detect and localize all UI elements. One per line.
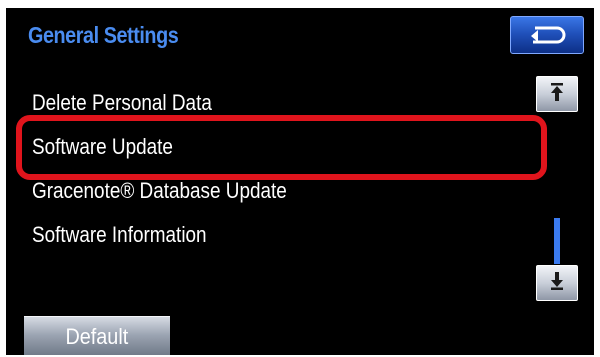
scroll-track[interactable]	[554, 114, 560, 264]
default-button[interactable]: Default	[24, 316, 170, 355]
selection-highlight	[16, 115, 547, 180]
scroll-thumb[interactable]	[554, 218, 560, 264]
page-title: General Settings	[28, 22, 179, 48]
screen-frame: General Settings Delete Personal Data So…	[6, 8, 594, 355]
return-arrow-icon	[527, 23, 567, 47]
arrow-up-to-bar-icon	[549, 82, 565, 107]
scroll-down-button[interactable]	[536, 265, 578, 301]
scroll-up-button[interactable]	[536, 76, 578, 112]
list-item-software-information[interactable]: Software Information	[32, 218, 445, 252]
default-button-label: Default	[65, 324, 129, 349]
back-button[interactable]	[510, 16, 584, 54]
arrow-down-to-bar-icon	[549, 271, 565, 296]
